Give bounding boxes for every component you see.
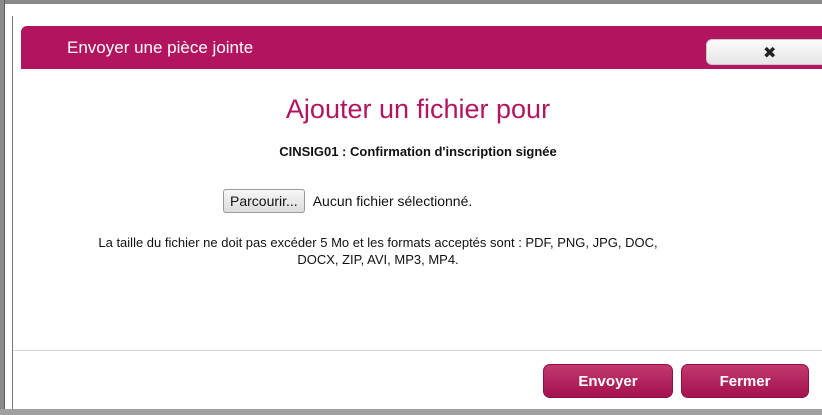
content-heading: Ajouter un fichier pour — [285, 94, 551, 124]
send-button[interactable]: Envoyer — [543, 364, 673, 398]
browse-button[interactable]: Parcourir... — [223, 189, 305, 213]
file-info-line-2: DOCX, ZIP, AVI, MP3, MP4. — [297, 252, 459, 267]
dialog-title: Envoyer une pièce jointe — [67, 38, 254, 57]
file-info-line-1: La taille du fichier ne doit pas excéder… — [98, 235, 658, 250]
dialog-titlebar: Envoyer une pièce jointe ✖ — [21, 26, 822, 69]
document-label: CINSIG01 : Confirmation d'inscription si… — [279, 144, 557, 159]
screen: Envoyer une pièce jointe ✖ Ajouter un fi… — [0, 0, 822, 415]
window-frame-bottom — [0, 409, 822, 415]
close-button[interactable]: Fermer — [681, 364, 809, 398]
file-info-text: La taille du fichier ne doit pas excéder… — [13, 234, 743, 268]
close-dialog-button[interactable]: ✖ — [706, 39, 822, 65]
file-picker-row: Parcourir... Aucun fichier sélectionné. — [223, 189, 472, 213]
window-frame-left — [0, 0, 5, 415]
file-status-text: Aucun fichier sélectionné. — [312, 193, 473, 209]
footer-divider — [13, 350, 822, 351]
window-frame-top — [0, 0, 822, 4]
close-icon: ✖ — [763, 43, 777, 62]
attachment-dialog: Envoyer une pièce jointe ✖ Ajouter un fi… — [12, 16, 822, 409]
